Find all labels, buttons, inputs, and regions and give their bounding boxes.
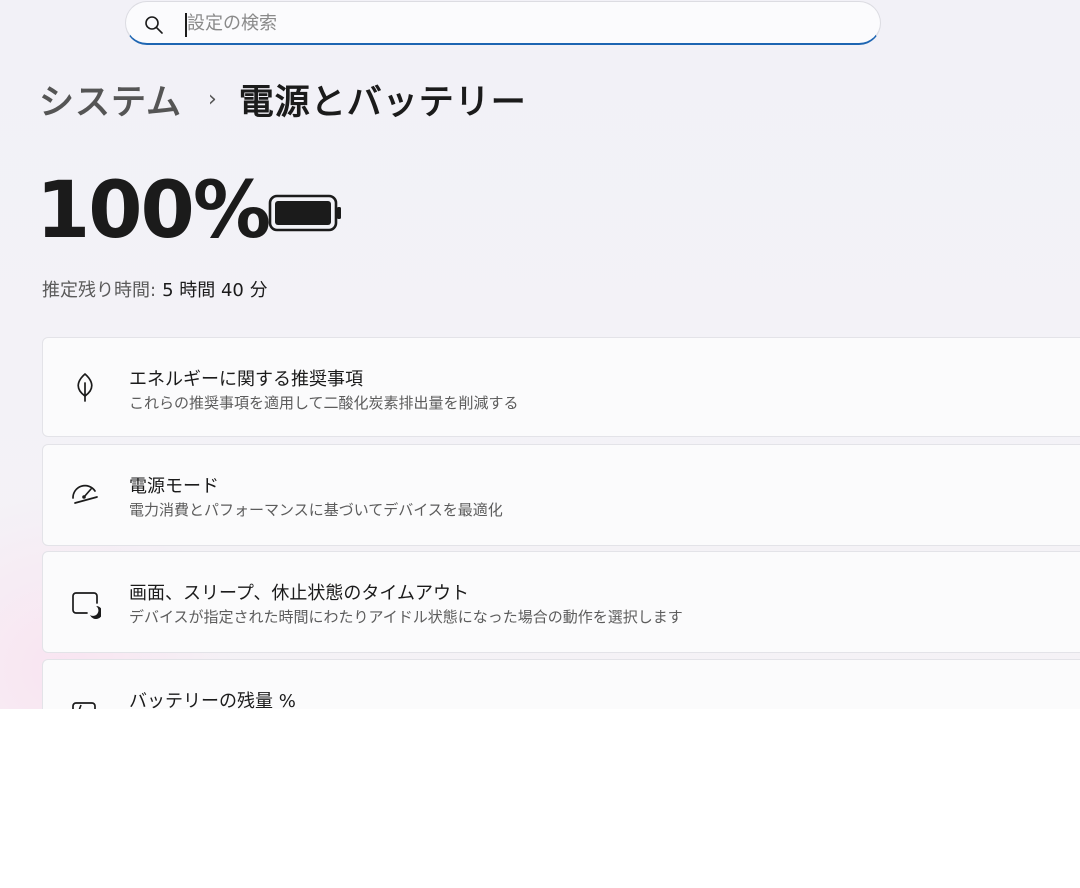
search-icon: [145, 16, 163, 34]
card-description: これらの推奨事項を適用して二酸化炭素排出量を削減する: [129, 394, 519, 412]
power-mode-card[interactable]: 電源モード 電力消費とパフォーマンスに基づいてデバイスを最適化: [42, 444, 1080, 546]
breadcrumb-parent-system[interactable]: システム: [39, 74, 182, 125]
leaf-icon: [77, 373, 93, 402]
remaining-time-value: 5 時間 40 分: [162, 280, 268, 301]
battery-saver-icon: [72, 702, 96, 709]
screen-sleep-icon: [72, 592, 101, 619]
card-title: バッテリーの残量 %: [129, 691, 296, 709]
search-box[interactable]: [125, 1, 881, 45]
breadcrumb: システム › 電源とバッテリー: [39, 74, 527, 124]
battery-icon: [268, 194, 341, 232]
gauge-icon: [72, 484, 98, 504]
chevron-right-icon: ›: [207, 86, 217, 112]
estimated-remaining-time: 推定残り時間: 5 時間 40 分: [42, 278, 268, 304]
page-title: 電源とバッテリー: [238, 82, 527, 123]
card-title: 電源モード: [129, 476, 219, 497]
battery-percentage: 100%: [36, 166, 271, 256]
screen-sleep-timeout-card[interactable]: 画面、スリープ、休止状態のタイムアウト デバイスが指定された時間にわたりアイドル…: [42, 551, 1080, 653]
search-input[interactable]: [187, 2, 847, 44]
card-title: エネルギーに関する推奨事項: [129, 369, 363, 390]
energy-recommendations-card[interactable]: エネルギーに関する推奨事項 これらの推奨事項を適用して二酸化炭素排出量を削減する: [42, 337, 1080, 437]
card-title: 画面、スリープ、休止状態のタイムアウト: [129, 583, 470, 604]
battery-level-card[interactable]: バッテリーの残量 %: [42, 659, 1080, 709]
battery-fill: [275, 201, 331, 225]
card-description: デバイスが指定された時間にわたりアイドル状態になった場合の動作を選択します: [129, 608, 683, 626]
card-description: 電力消費とパフォーマンスに基づいてデバイスを最適化: [129, 501, 503, 519]
remaining-time-label: 推定残り時間:: [42, 280, 157, 301]
settings-window: システム › 電源とバッテリー 100% 推定残り時間:5 時間 40 分 エネ…: [0, 0, 1080, 709]
